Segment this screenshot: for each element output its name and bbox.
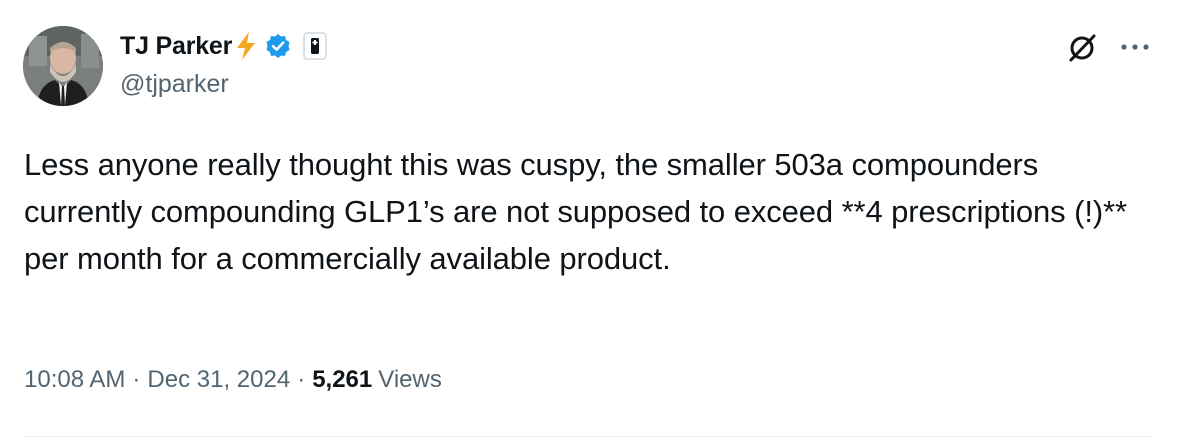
views-label: Views bbox=[378, 366, 442, 393]
author-name-row: TJ Parker bbox=[120, 30, 327, 62]
unlink-icon[interactable] bbox=[1064, 30, 1100, 71]
tweet-time[interactable]: 10:08 AM bbox=[24, 366, 125, 394]
tweet-text: Less anyone really thought this was cusp… bbox=[24, 147, 1127, 276]
meta-separator: · bbox=[132, 366, 141, 393]
views-count: 5,261 bbox=[312, 366, 373, 393]
lightning-bolt-icon bbox=[235, 31, 257, 61]
avatar[interactable] bbox=[23, 26, 103, 106]
meta-separator: · bbox=[297, 366, 306, 393]
more-options-icon[interactable] bbox=[1118, 32, 1152, 67]
author-display-name[interactable]: TJ Parker bbox=[120, 32, 232, 61]
tweet-meta: 10:08 AM · Dec 31, 2024 · 5,261 Views bbox=[24, 366, 442, 394]
affiliation-badge-icon[interactable] bbox=[303, 32, 327, 60]
tweet-card: TJ Parker @tjparker Less anyone really t… bbox=[0, 0, 1186, 440]
tweet-date[interactable]: Dec 31, 2024 bbox=[147, 366, 290, 394]
author-handle[interactable]: @tjparker bbox=[120, 70, 229, 99]
verified-badge-icon[interactable] bbox=[265, 33, 291, 59]
divider bbox=[24, 436, 1154, 437]
